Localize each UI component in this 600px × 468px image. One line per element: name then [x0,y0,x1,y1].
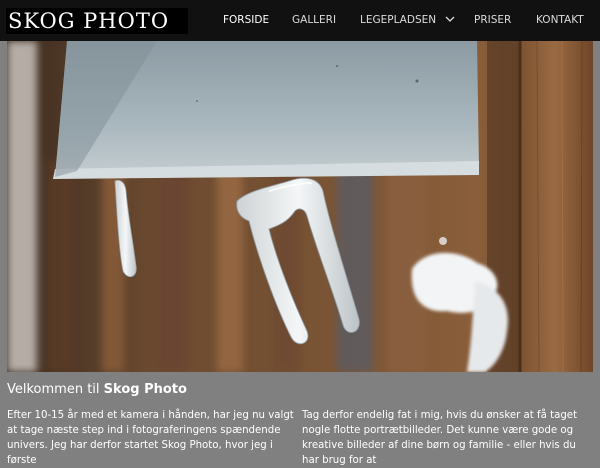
nav-label-legepladsen: LEGEPLADSEN [360,14,437,26]
nav-item-priser[interactable]: PRISER [474,0,511,41]
nav-label-kontakt: KONTAKT [536,14,584,26]
intro-text-left: Efter 10-15 år med et kamera i hånden, h… [7,410,294,466]
welcome-heading: Velkommen til Skog Photo [7,382,187,397]
welcome-prefix: Velkommen til [7,382,104,397]
intro-text-right: Tag derfor endelig fat i mig, hvis du øn… [302,410,578,466]
welcome-brand: Skog Photo [103,382,187,397]
nav-item-galleri[interactable]: GALLERI [292,0,336,41]
nav-item-kontakt[interactable]: KONTAKT [536,0,584,41]
site-header: SKOG PHOTO FORSIDE GALLERI LEGEPLADSEN P… [0,0,600,41]
nav-item-legepladsen[interactable]: LEGEPLADSEN [360,0,455,41]
icicles-photo [7,41,593,372]
chevron-down-icon [445,16,455,22]
nav-label-priser: PRISER [474,14,512,26]
nav-label-forside: FORSIDE [223,14,270,26]
hero-image [7,41,593,372]
intro-section: Velkommen til Skog Photo Efter 10-15 år … [0,372,600,466]
nav-label-galleri: GALLERI [292,14,337,26]
nav-item-forside[interactable]: FORSIDE [223,0,269,41]
site-logo[interactable]: SKOG PHOTO [6,8,188,34]
